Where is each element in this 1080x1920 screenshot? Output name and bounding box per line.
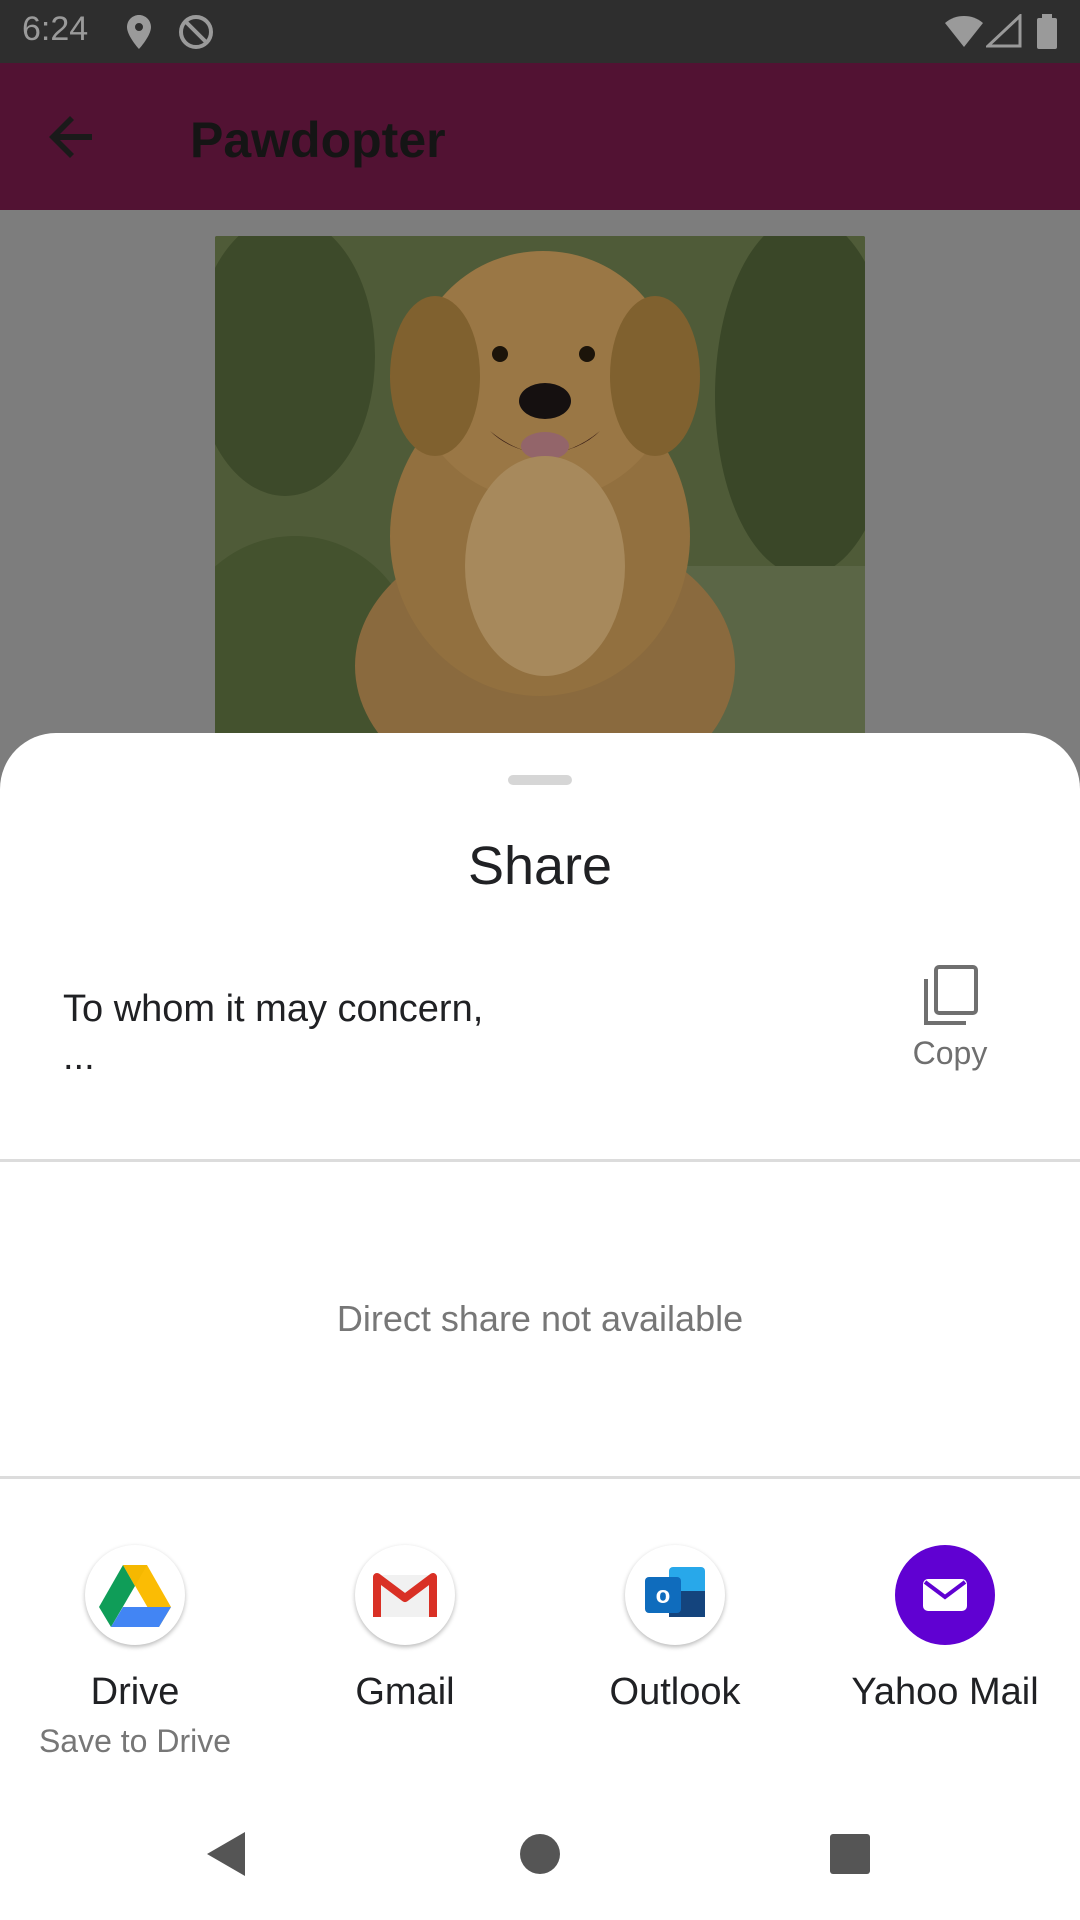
share-target-gmail[interactable]: Gmail (270, 1545, 540, 1785)
nav-home-icon[interactable] (518, 1830, 562, 1883)
divider (0, 1476, 1080, 1479)
direct-share-message: Direct share not available (336, 1298, 744, 1339)
share-sheet-title: Share (467, 836, 613, 896)
yahoo-mail-icon (895, 1545, 995, 1645)
share-target-name: Yahoo Mail (851, 1671, 1039, 1713)
copy-label: Copy (912, 1035, 988, 1071)
share-target-drive[interactable]: Drive Save to Drive (0, 1545, 270, 1785)
share-target-name: Drive (90, 1671, 180, 1713)
share-target-yahoo-mail[interactable]: Yahoo Mail (810, 1545, 1080, 1785)
google-drive-icon (85, 1545, 185, 1645)
drag-handle[interactable] (508, 775, 572, 785)
share-targets: Drive Save to Drive Gmail o Outlook Yaho… (0, 1545, 1080, 1785)
divider (0, 1159, 1080, 1162)
share-target-name: Outlook (609, 1671, 741, 1713)
nav-recents-icon[interactable] (828, 1830, 872, 1883)
gmail-icon (355, 1545, 455, 1645)
share-target-outlook[interactable]: o Outlook (540, 1545, 810, 1785)
copy-icon (900, 965, 1000, 1027)
shared-text-preview: To whom it may concern, ... (63, 988, 484, 1078)
copy-button[interactable]: Copy (900, 965, 1000, 1085)
navigation-bar (0, 1800, 1080, 1920)
share-sheet: Share To whom it may concern, ... Copy D… (0, 733, 1080, 1920)
share-target-subtitle: Save to Drive (38, 1723, 232, 1759)
outlook-icon: o (625, 1545, 725, 1645)
svg-text:o: o (656, 1582, 671, 1609)
share-target-name: Gmail (355, 1671, 455, 1713)
nav-back-icon[interactable] (205, 1830, 249, 1883)
